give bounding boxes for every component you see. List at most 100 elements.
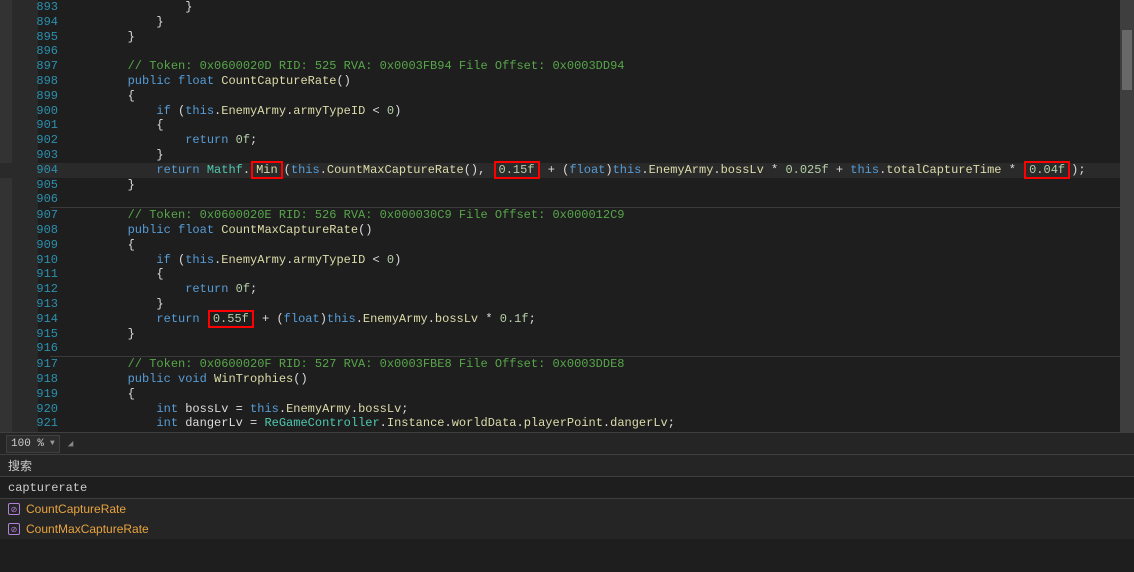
token: (	[171, 104, 185, 118]
code-line[interactable]: 903 }	[0, 148, 1134, 163]
split-icon: ◢	[68, 439, 73, 449]
token: public	[128, 74, 171, 88]
token: CountMaxCaptureRate	[327, 163, 464, 177]
code-content: }	[70, 327, 1134, 342]
line-number: 913	[0, 297, 70, 312]
code-line[interactable]: 895 }	[0, 30, 1134, 45]
token: bossLv	[721, 163, 764, 177]
token: public	[128, 223, 171, 237]
line-number: 898	[0, 74, 70, 89]
code-line[interactable]: 917 // Token: 0x0600020F RID: 527 RVA: 0…	[0, 357, 1134, 372]
code-line[interactable]: 894 }	[0, 15, 1134, 30]
code-line[interactable]: 899 {	[0, 89, 1134, 104]
token: if	[156, 253, 170, 267]
code-line[interactable]: 905 }	[0, 178, 1134, 193]
line-number: 919	[0, 387, 70, 402]
code-line[interactable]: 898 public float CountCaptureRate()	[0, 74, 1134, 89]
token: Min	[251, 161, 283, 179]
token: worldData	[452, 416, 517, 430]
code-line[interactable]: 911 {	[0, 267, 1134, 282]
chevron-down-icon: ▼	[50, 439, 55, 448]
vertical-scrollbar[interactable]	[1120, 0, 1134, 432]
code-line[interactable]: 902 return 0f;	[0, 133, 1134, 148]
token: int	[156, 416, 178, 430]
token: )	[605, 163, 612, 177]
token: {	[156, 267, 163, 281]
token: return	[156, 312, 199, 326]
token: }	[128, 30, 135, 44]
token: )	[394, 253, 401, 267]
code-line[interactable]: 918 public void WinTrophies()	[0, 372, 1134, 387]
token: // Token: 0x0600020F RID: 527 RVA: 0x000…	[128, 357, 625, 371]
token: playerPoint	[524, 416, 603, 430]
code-content: }	[70, 15, 1134, 30]
code-content: {	[70, 267, 1134, 282]
line-number: 911	[0, 267, 70, 282]
code-content: {	[70, 238, 1134, 253]
token: .	[444, 416, 451, 430]
code-content: {	[70, 89, 1134, 104]
token: 0.15f	[494, 161, 540, 179]
code-content: }	[70, 148, 1134, 163]
token: (	[284, 163, 291, 177]
code-line[interactable]: 901 {	[0, 118, 1134, 133]
code-content: }	[70, 0, 1134, 15]
code-content: if (this.EnemyArmy.armyTypeID < 0)	[70, 104, 1134, 119]
token: .	[279, 402, 286, 416]
zoom-dropdown[interactable]: 100 % ▼	[6, 435, 60, 453]
token: ReGameController	[264, 416, 379, 430]
code-line[interactable]: 893 }	[0, 0, 1134, 15]
code-line[interactable]: 916	[0, 341, 1134, 356]
token: )	[394, 104, 401, 118]
code-line[interactable]: 913 }	[0, 297, 1134, 312]
line-number: 897	[0, 59, 70, 74]
token: <	[365, 104, 387, 118]
code-content: {	[70, 387, 1134, 402]
code-line[interactable]: 915 }	[0, 327, 1134, 342]
code-line[interactable]: 908 public float CountMaxCaptureRate()	[0, 223, 1134, 238]
code-line[interactable]: 919 {	[0, 387, 1134, 402]
line-number: 902	[0, 133, 70, 148]
token: 0	[387, 104, 394, 118]
search-result-item[interactable]: ⊘CountCaptureRate	[0, 499, 1134, 519]
line-number: 920	[0, 402, 70, 417]
search-input[interactable]: capturerate	[0, 477, 1134, 499]
code-line[interactable]: 907 // Token: 0x0600020E RID: 526 RVA: 0…	[0, 208, 1134, 223]
code-line[interactable]: 912 return 0f;	[0, 282, 1134, 297]
token: .	[356, 312, 363, 326]
token: bossLv =	[178, 402, 250, 416]
token: Instance	[387, 416, 445, 430]
code-line[interactable]: 904 return Mathf.Min(this.CountMaxCaptur…	[0, 163, 1134, 178]
code-line[interactable]: 914 return 0.55f + (float)this.EnemyArmy…	[0, 312, 1134, 327]
token: .	[320, 163, 327, 177]
token	[228, 133, 235, 147]
code-line[interactable]: 909 {	[0, 238, 1134, 253]
code-line[interactable]: 906	[0, 192, 1134, 207]
search-result-label: CountCaptureRate	[26, 502, 126, 516]
code-line[interactable]: 896	[0, 44, 1134, 59]
code-content: {	[70, 118, 1134, 133]
line-number: 899	[0, 89, 70, 104]
token	[228, 282, 235, 296]
search-result-item[interactable]: ⊘CountMaxCaptureRate	[0, 519, 1134, 539]
token: }	[128, 178, 135, 192]
code-editor[interactable]: 893 }894 }895 }896897 // Token: 0x060002…	[0, 0, 1134, 432]
token: {	[156, 118, 163, 132]
token: .	[380, 416, 387, 430]
code-line[interactable]: 910 if (this.EnemyArmy.armyTypeID < 0)	[0, 253, 1134, 268]
token: WinTrophies	[214, 372, 293, 386]
code-content: return Mathf.Min(this.CountMaxCaptureRat…	[70, 163, 1134, 178]
token: ()	[293, 372, 307, 386]
token: 0f	[236, 282, 250, 296]
scrollbar-thumb[interactable]	[1122, 30, 1132, 90]
code-line[interactable]: 897 // Token: 0x0600020D RID: 525 RVA: 0…	[0, 59, 1134, 74]
code-line[interactable]: 921 int dangerLv = ReGameController.Inst…	[0, 416, 1134, 431]
token: float	[284, 312, 320, 326]
token: 0.04f	[1024, 161, 1070, 179]
token: EnemyArmy	[649, 163, 714, 177]
search-panel: 搜索 capturerate ⊘CountCaptureRate⊘CountMa…	[0, 454, 1134, 539]
token: bossLv	[358, 402, 401, 416]
code-content: public float CountCaptureRate()	[70, 74, 1134, 89]
code-line[interactable]: 900 if (this.EnemyArmy.armyTypeID < 0)	[0, 104, 1134, 119]
code-line[interactable]: 920 int bossLv = this.EnemyArmy.bossLv;	[0, 402, 1134, 417]
